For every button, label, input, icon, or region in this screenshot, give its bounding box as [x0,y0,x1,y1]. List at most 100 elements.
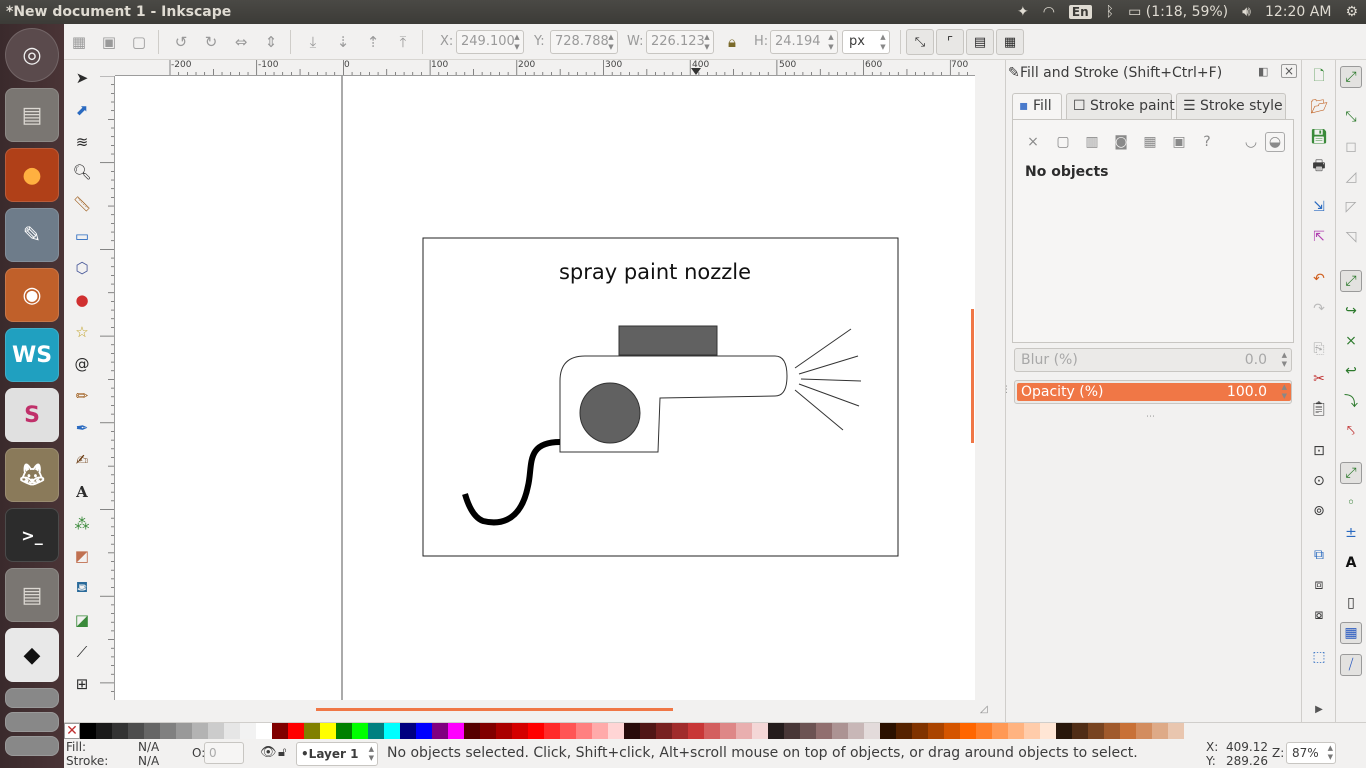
paint-bucket-tool-icon[interactable]: ⛾ [70,576,94,600]
flip-vertical-icon[interactable]: ⇕ [260,31,282,53]
color-swatch[interactable] [368,723,384,739]
color-swatch[interactable] [528,723,544,739]
color-swatch[interactable] [624,723,640,739]
import-icon[interactable]: ⇲ [1308,196,1330,218]
rectangle-tool-icon[interactable]: ▭ [70,224,94,248]
panel-grip-icon[interactable]: ⋮ [1002,385,1011,395]
color-swatch[interactable] [256,723,272,739]
layer-select[interactable]: •Layer 1 ▲ ▼ [296,742,378,766]
color-swatch[interactable] [240,723,256,739]
rotate-ccw-icon[interactable]: ↺ [170,31,192,53]
spin-arrows-icon[interactable]: ▲ ▼ [702,32,712,52]
inkscape-icon[interactable]: ◆ [5,628,59,682]
snap-bbox-icon[interactable]: ⤡ [1340,106,1362,128]
zoom-drawing-icon[interactable]: ⊙ [1308,470,1330,492]
node-tool-icon[interactable]: ⬈ [70,98,94,122]
duplicate-icon[interactable]: ⧉ [1308,544,1330,566]
color-swatch[interactable] [640,723,656,739]
zoom-spin-icon[interactable]: ▲ ▼ [1328,744,1333,762]
pattern-icon[interactable]: ▣ [1169,132,1189,152]
tab-fill[interactable]: ▪ Fill [1012,93,1062,119]
close-icon[interactable]: × [1281,64,1298,78]
radial-gradient-icon[interactable]: ◙ [1111,132,1131,152]
blur-slider[interactable]: Blur (%) 0.0 ▲ ▼ [1014,348,1292,372]
color-swatch[interactable] [656,723,672,739]
dropbox-icon[interactable]: ✦ [1017,4,1029,20]
unset-paint-icon[interactable]: ? [1197,132,1217,152]
color-swatch[interactable] [352,723,368,739]
gradient-tool-icon[interactable]: ◪ [70,608,94,632]
bluetooth-icon[interactable]: ᛒ [1106,4,1114,20]
battery-indicator[interactable]: ▭ (1:18, 59%) [1128,4,1228,20]
color-swatch[interactable] [912,723,928,739]
drawing-title[interactable]: spray paint nozzle [545,260,765,284]
color-swatch[interactable] [96,723,112,739]
mesh-gradient-icon[interactable]: ▦ [1140,132,1160,152]
ubuntu-dash-icon[interactable]: ◎ [5,28,59,82]
eraser-tool-icon[interactable]: ◩ [70,544,94,568]
color-swatch[interactable] [592,723,608,739]
color-swatch[interactable] [848,723,864,739]
color-swatch[interactable] [832,723,848,739]
color-swatch[interactable] [1040,723,1056,739]
pen-tool-icon[interactable]: ✒ [70,416,94,440]
snap-page-border-icon[interactable]: ▯ [1340,592,1362,614]
color-swatch[interactable] [1024,723,1040,739]
snap-others-icon[interactable]: ⤢ [1340,462,1362,484]
color-swatch[interactable] [720,723,736,739]
blender-icon[interactable]: ◉ [5,268,59,322]
select-all-layers-icon[interactable]: ▣ [98,31,120,53]
snap-nodes-icon[interactable]: ⤢ [1340,270,1362,292]
overflow-arrow-icon[interactable]: ▶ [1308,698,1330,720]
dock-icon[interactable]: ◧ [1258,65,1268,78]
snap-bbox-centers-icon[interactable]: ◹ [1340,226,1362,248]
color-swatch[interactable] [816,723,832,739]
dropper-tool-icon[interactable]: ⟋ [70,640,94,664]
move-gradients-toggle[interactable]: ▤ [966,29,994,55]
color-swatch[interactable] [288,723,304,739]
color-swatch[interactable] [496,723,512,739]
color-swatch[interactable] [752,723,768,739]
firefox-icon[interactable]: ● [5,148,59,202]
no-paint-icon[interactable]: × [1023,132,1043,152]
color-swatch[interactable] [576,723,592,739]
color-swatch[interactable] [560,723,576,739]
undo-icon[interactable]: ↶ [1308,268,1330,290]
clock[interactable]: 12:20 AM [1265,4,1331,20]
text-tool-icon[interactable]: A [70,480,94,504]
color-swatch[interactable] [960,723,976,739]
workspace-switcher-icon[interactable] [5,688,59,708]
star-tool-icon[interactable]: ☆ [70,320,94,344]
color-swatch[interactable] [944,723,960,739]
scale-stroke-toggle[interactable]: ⤡ [906,29,934,55]
spin-arrows-icon[interactable]: ▲ ▼ [606,32,616,52]
lower-to-bottom-icon[interactable]: ⤓ [302,31,324,53]
color-swatch[interactable] [224,723,240,739]
group-icon[interactable]: ⬚ [1308,646,1330,668]
scale-corners-toggle[interactable]: ⌜ [936,29,964,55]
color-swatch[interactable] [400,723,416,739]
color-swatch[interactable] [864,723,880,739]
vertical-scroll-thumb[interactable] [971,309,974,443]
color-swatch[interactable] [928,723,944,739]
color-swatch[interactable] [384,723,400,739]
color-swatch[interactable] [1168,723,1184,739]
fill-value[interactable]: N/A [138,740,159,754]
h-field[interactable]: 24.194 ▲ ▼ [770,30,838,54]
no-color-swatch-icon[interactable]: ✕ [64,723,80,739]
linear-gradient-icon[interactable]: ▥ [1082,132,1102,152]
color-swatch[interactable] [1072,723,1088,739]
measure-tool-icon[interactable]: 📏︎ [70,192,94,216]
export-icon[interactable]: ⇱ [1308,226,1330,248]
tab-stroke-style[interactable]: ☰ Stroke style [1176,93,1286,119]
snap-grids-icon[interactable]: ▦ [1340,622,1362,644]
zoom-field[interactable]: 87% ▲ ▼ [1286,742,1336,764]
lower-icon[interactable]: ⇣ [332,31,354,53]
volume-icon[interactable]: 🔊︎ [1242,4,1251,20]
color-swatch[interactable] [1008,723,1024,739]
pencil-tool-icon[interactable]: ✏ [70,384,94,408]
color-swatch[interactable] [608,723,624,739]
snap-enable-icon[interactable]: ⤢ [1340,66,1362,88]
color-swatch[interactable] [480,723,496,739]
tweak-tool-icon[interactable]: ≋ [70,130,94,154]
